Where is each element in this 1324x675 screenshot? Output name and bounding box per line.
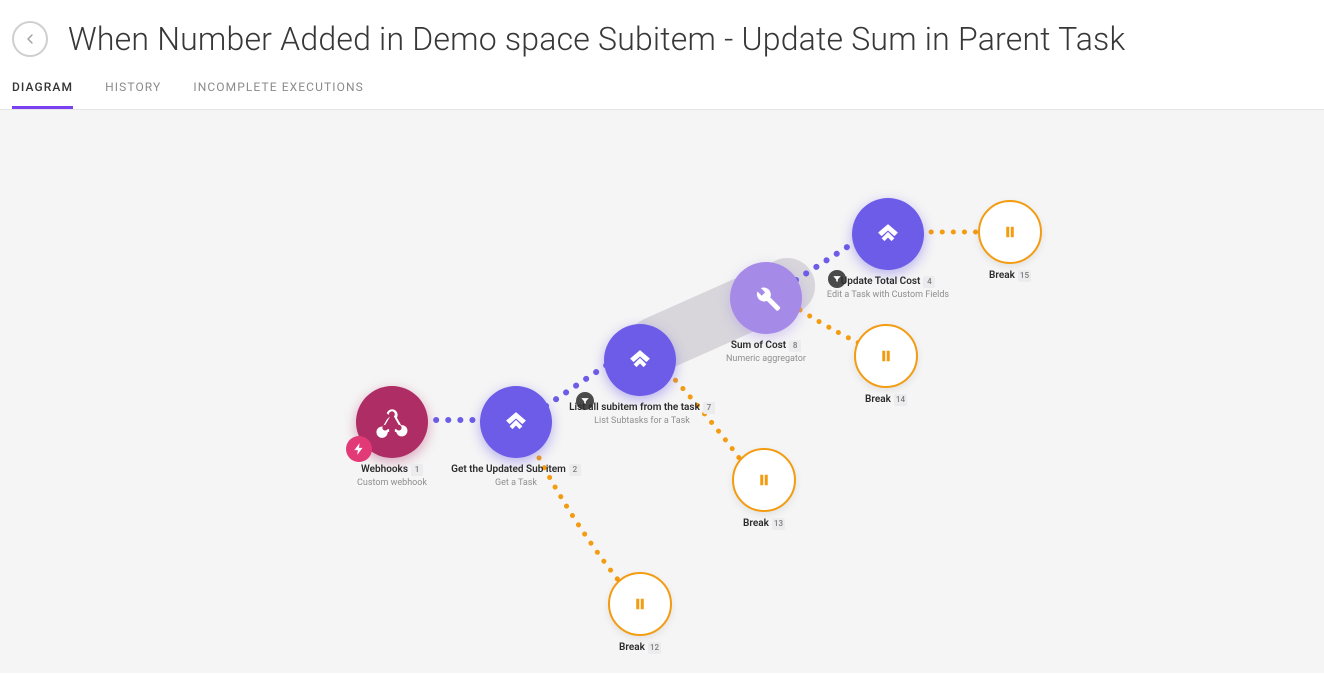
tab-diagram[interactable]: DIAGRAM [12,70,73,109]
tools-icon [749,281,783,315]
pause-icon [877,347,895,365]
module-label: Break13 [743,518,785,530]
module-sum-of-cost[interactable] [730,262,802,334]
pause-icon [755,471,773,489]
clickup-icon [499,405,533,439]
module-label: Break15 [989,270,1031,282]
pause-icon [1001,223,1019,241]
module-label: Sum of Cost8 Numeric aggregator [726,340,806,364]
clickup-icon [871,217,905,251]
tab-incomplete-executions[interactable]: INCOMPLETE EXECUTIONS [193,70,364,109]
tab-bar: DIAGRAM HISTORY INCOMPLETE EXECUTIONS [0,70,1324,110]
module-webhooks[interactable] [356,386,428,458]
instant-trigger-icon [346,436,372,462]
arrow-left-icon [22,31,38,47]
module-label: List all subitem from the task7 List Sub… [569,402,715,426]
module-break[interactable] [854,324,918,388]
tab-history[interactable]: HISTORY [105,70,161,109]
module-label: Get the Updated Sub item2 Get a Task [451,464,581,488]
module-break[interactable] [732,448,796,512]
webhook-icon [375,405,409,439]
back-button[interactable] [12,21,48,57]
module-label: Update Total Cost4 Edit a Task with Cust… [827,276,949,300]
module-label: Webhooks1 Custom webhook [357,464,427,488]
module-label: Break14 [865,394,907,406]
pause-icon [631,595,649,613]
module-update-total-cost[interactable] [852,198,924,270]
module-break[interactable] [608,572,672,636]
page-title: When Number Added in Demo space Subitem … [68,20,1125,58]
module-list-subitems[interactable] [604,324,676,396]
scenario-canvas[interactable]: Webhooks1 Custom webhook Get the Updated… [0,110,1324,673]
module-break[interactable] [978,200,1042,264]
clickup-icon [623,343,657,377]
module-label: Break12 [619,642,661,654]
module-get-subitem[interactable] [480,386,552,458]
